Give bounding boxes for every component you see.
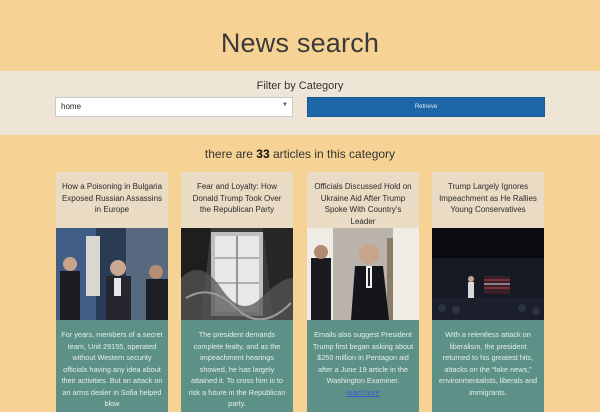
filter-label: Filter by Category bbox=[256, 80, 344, 92]
category-select[interactable]: home ▼ bbox=[55, 97, 293, 117]
page-title: News search bbox=[220, 28, 380, 58]
article-summary: With a relentless attack on liberalism, … bbox=[432, 320, 544, 412]
article-summary-text: Emails also suggest President Trump firs… bbox=[312, 330, 414, 385]
article-summary-text: With a relentless attack on liberalism, … bbox=[438, 330, 538, 397]
article-card[interactable]: Fear and Loyalty: How Donald Trump Took … bbox=[181, 172, 293, 412]
read-more-link[interactable]: read more bbox=[312, 387, 414, 399]
article-title[interactable]: Trump Largely Ignores Impeachment as He … bbox=[432, 172, 544, 228]
article-summary-text: For years, members of a secret team, Uni… bbox=[61, 330, 163, 408]
results-count: there are 33 articles in this category bbox=[0, 147, 600, 161]
article-summary: For years, members of a secret team, Uni… bbox=[56, 320, 168, 412]
article-title[interactable]: How a Poisoning in Bulgaria Exposed Russ… bbox=[56, 172, 168, 228]
category-select-value: home bbox=[61, 102, 82, 111]
article-image bbox=[181, 228, 293, 320]
chevron-down-icon: ▼ bbox=[282, 102, 288, 108]
article-title[interactable]: Fear and Loyalty: How Donald Trump Took … bbox=[181, 172, 293, 228]
count-number: 33 bbox=[256, 147, 270, 161]
article-image bbox=[432, 228, 544, 320]
retrieve-button[interactable]: Retrieve bbox=[307, 97, 545, 117]
article-image bbox=[56, 228, 168, 320]
article-summary: The president demands complete fealty, a… bbox=[181, 320, 293, 412]
count-prefix: there are bbox=[204, 147, 253, 161]
article-summary: Emails also suggest President Trump firs… bbox=[307, 320, 419, 412]
count-suffix: articles in this category bbox=[273, 147, 396, 161]
filter-panel: Filter by Category home ▼ Retrieve bbox=[0, 71, 600, 135]
article-card[interactable]: Officials Discussed Hold on Ukraine Aid … bbox=[307, 172, 419, 412]
article-summary-text: The president demands complete fealty, a… bbox=[188, 330, 286, 408]
article-image bbox=[307, 228, 419, 320]
article-title[interactable]: Officials Discussed Hold on Ukraine Aid … bbox=[307, 172, 419, 228]
article-card[interactable]: Trump Largely Ignores Impeachment as He … bbox=[432, 172, 544, 412]
article-card[interactable]: How a Poisoning in Bulgaria Exposed Russ… bbox=[56, 172, 168, 412]
